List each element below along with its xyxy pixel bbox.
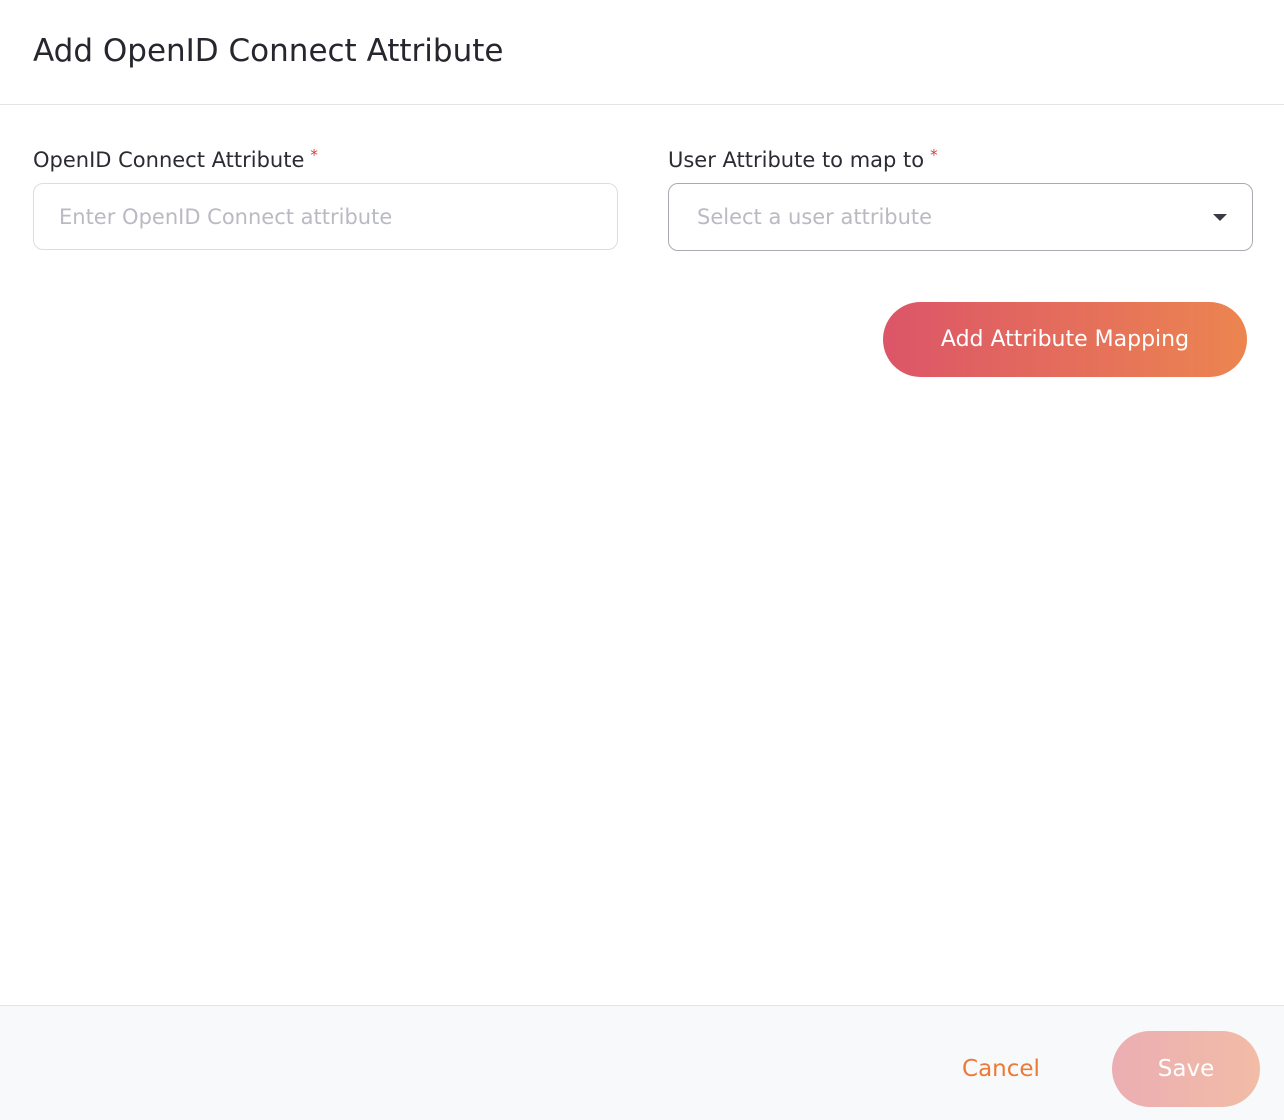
required-mark: * <box>310 146 318 164</box>
dialog-body: OpenID Connect Attribute * User Attribut… <box>0 105 1284 1005</box>
user-attribute-select[interactable]: Select a user attribute <box>668 183 1253 251</box>
caret-down-icon[interactable] <box>1213 214 1227 221</box>
add-oidc-attribute-dialog: Add OpenID Connect Attribute OpenID Conn… <box>0 0 1284 1120</box>
add-attribute-mapping-button[interactable]: Add Attribute Mapping <box>883 302 1247 377</box>
oidc-attribute-label: OpenID Connect Attribute * <box>33 145 618 183</box>
cancel-button[interactable]: Cancel <box>930 1031 1072 1107</box>
user-attribute-label-text: User Attribute to map to <box>668 148 925 172</box>
oidc-attribute-label-text: OpenID Connect Attribute <box>33 148 305 172</box>
save-button[interactable]: Save <box>1112 1031 1260 1107</box>
user-attribute-label: User Attribute to map to * <box>668 145 1253 183</box>
oidc-attribute-field: OpenID Connect Attribute * <box>33 145 618 250</box>
user-attribute-select-placeholder: Select a user attribute <box>697 205 933 229</box>
oidc-attribute-input[interactable] <box>33 183 618 250</box>
user-attribute-field: User Attribute to map to * Select a user… <box>668 145 1253 251</box>
required-mark: * <box>930 146 938 164</box>
dialog-footer: Cancel Save <box>0 1005 1284 1120</box>
dialog-title: Add OpenID Connect Attribute <box>33 33 504 69</box>
dialog-header: Add OpenID Connect Attribute <box>0 0 1284 105</box>
